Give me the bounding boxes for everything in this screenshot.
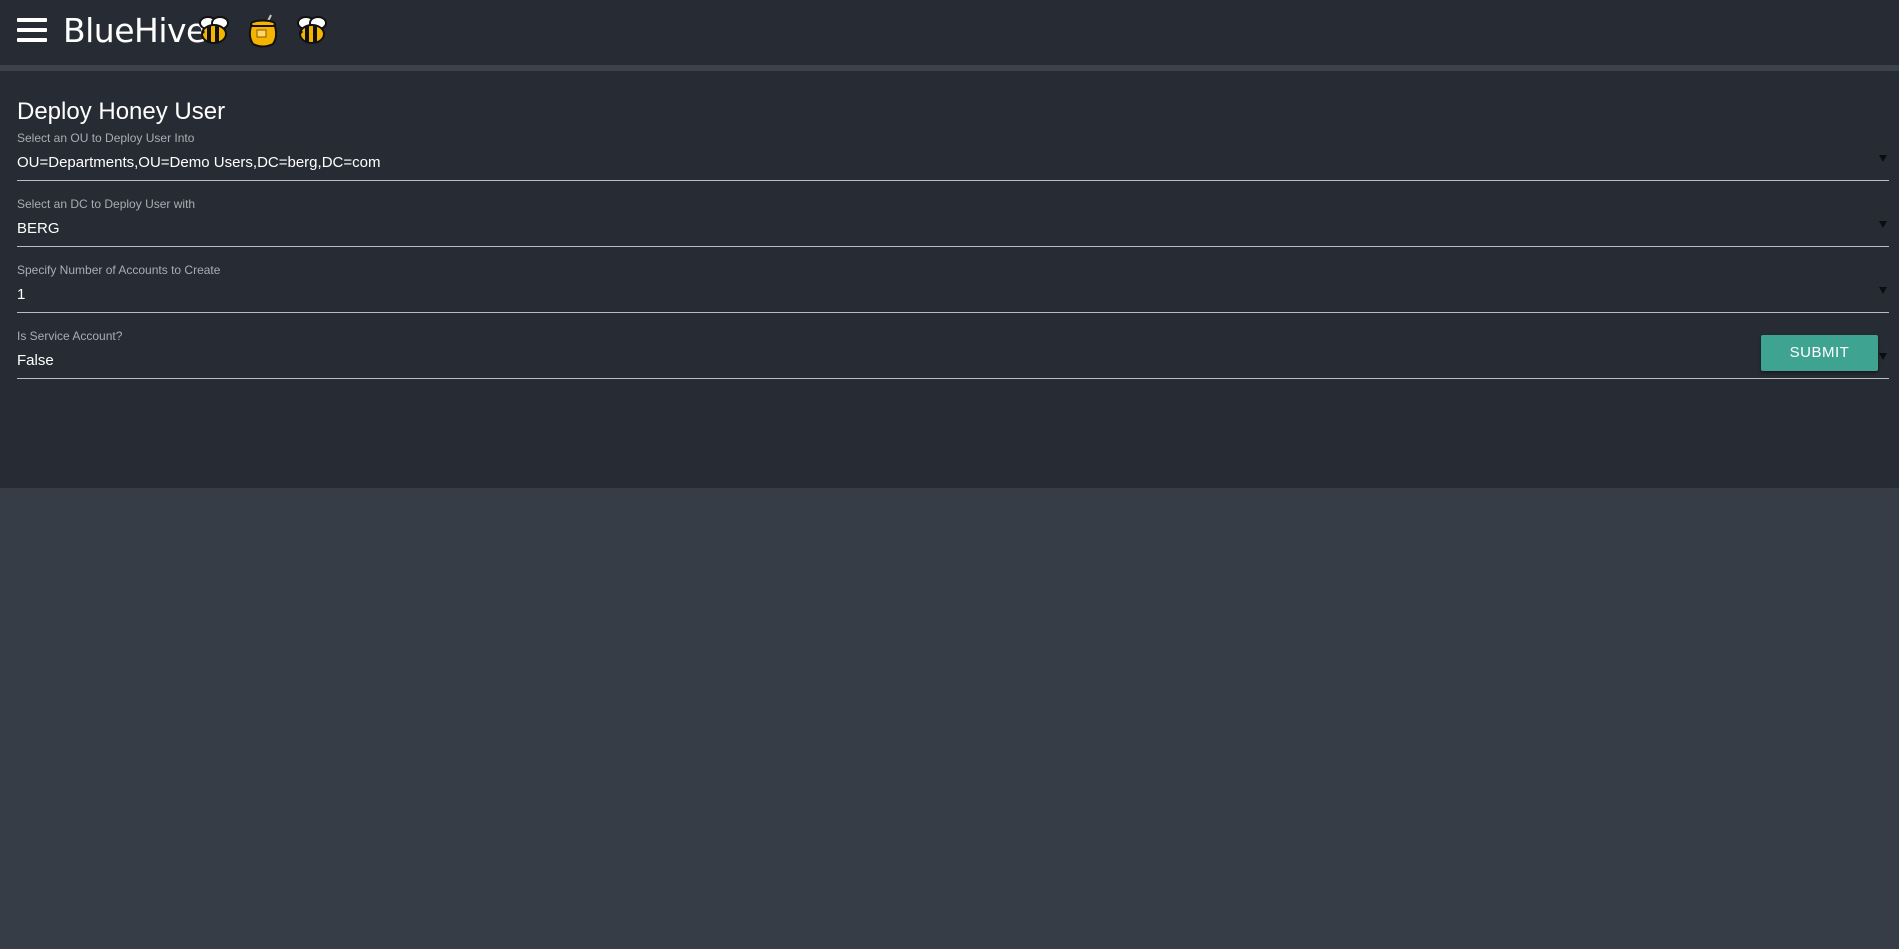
dc-select[interactable]: Select an DC to Deploy User with BERG bbox=[17, 197, 1889, 257]
dc-select-value[interactable]: BERG bbox=[17, 219, 60, 239]
submit-button[interactable]: SUBMIT bbox=[1761, 335, 1878, 371]
dropdown-arrow-icon[interactable] bbox=[1879, 221, 1887, 228]
account-count-select[interactable]: Specify Number of Accounts to Create 1 bbox=[17, 263, 1889, 323]
bee-icon bbox=[199, 16, 229, 44]
honey-pot-icon bbox=[248, 14, 278, 48]
field-underline bbox=[17, 312, 1889, 313]
dropdown-arrow-icon[interactable] bbox=[1879, 287, 1887, 294]
app-title: BlueHive bbox=[63, 11, 206, 50]
dropdown-arrow-icon[interactable] bbox=[1879, 353, 1887, 360]
page-title: Deploy Honey User bbox=[17, 98, 226, 125]
dropdown-arrow-icon[interactable] bbox=[1879, 155, 1887, 162]
hamburger-menu-icon[interactable] bbox=[17, 18, 47, 44]
dc-select-label: Select an DC to Deploy User with bbox=[17, 197, 196, 211]
account-count-label: Specify Number of Accounts to Create bbox=[17, 263, 221, 277]
ou-select[interactable]: Select an OU to Deploy User Into OU=Depa… bbox=[17, 131, 1889, 191]
ou-select-label: Select an OU to Deploy User Into bbox=[17, 131, 195, 145]
field-underline bbox=[17, 378, 1889, 379]
app-header: BlueHive bbox=[0, 0, 1899, 65]
field-underline bbox=[17, 180, 1889, 181]
bee-icon bbox=[297, 16, 327, 44]
field-underline bbox=[17, 246, 1889, 247]
service-account-select[interactable]: Is Service Account? False bbox=[17, 329, 1889, 389]
ou-select-value[interactable]: OU=Departments,OU=Demo Users,DC=berg,DC=… bbox=[17, 153, 380, 173]
account-count-value[interactable]: 1 bbox=[17, 285, 25, 305]
service-account-value[interactable]: False bbox=[17, 351, 54, 371]
service-account-label: Is Service Account? bbox=[17, 329, 123, 343]
deploy-honey-user-form: Deploy Honey User Select an OU to Deploy… bbox=[0, 71, 1899, 488]
